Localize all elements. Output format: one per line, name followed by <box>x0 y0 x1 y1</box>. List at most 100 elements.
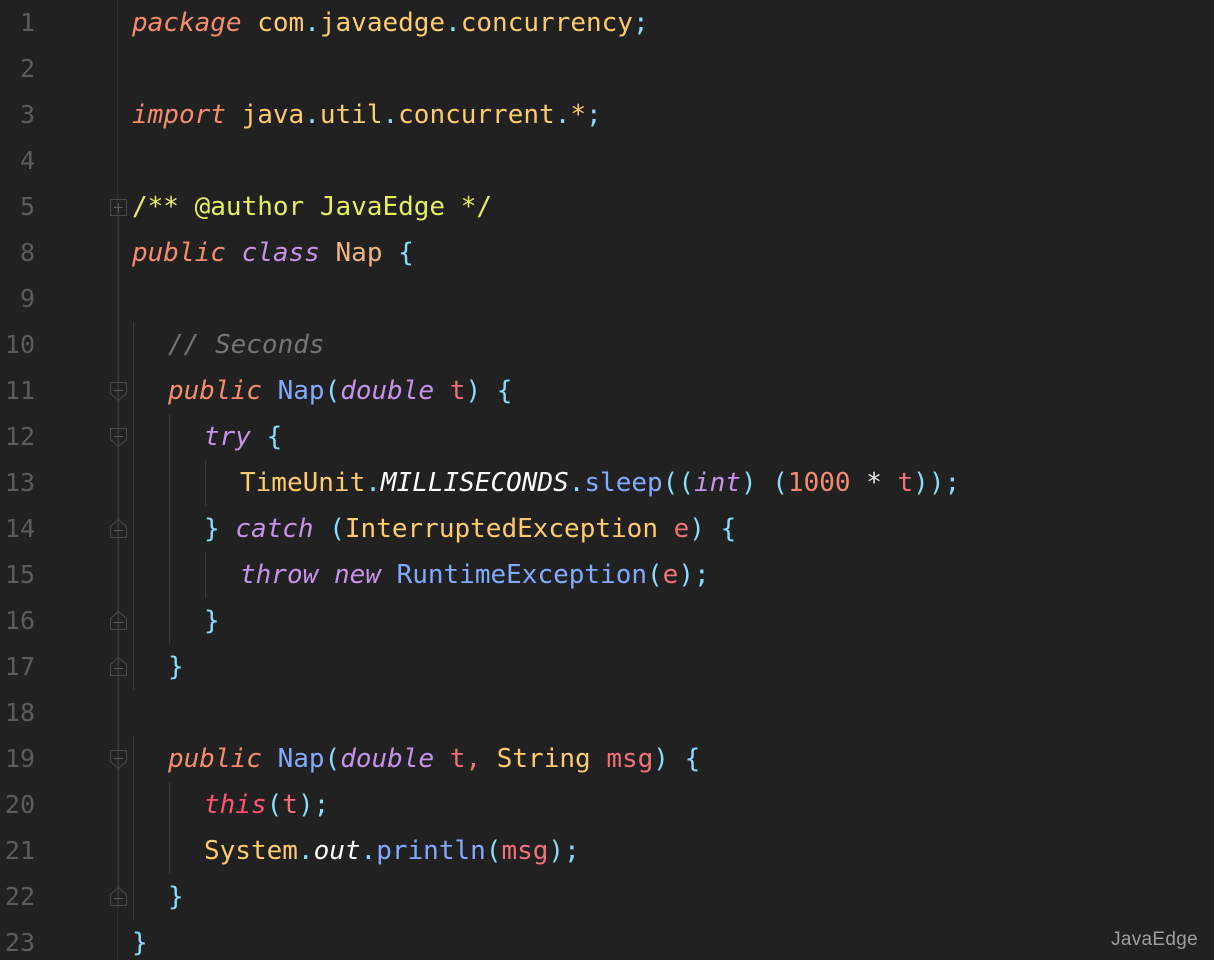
code-line[interactable]: import java.util.concurrent.*; <box>119 92 1214 138</box>
code-line[interactable]: } catch (InterruptedException e) { <box>119 506 1214 552</box>
code-token: * <box>866 468 882 498</box>
code-line[interactable]: public Nap(double t) { <box>119 368 1214 414</box>
code-token: ; <box>586 100 602 130</box>
code-line-text: } <box>119 606 220 636</box>
code-token: ) <box>465 376 482 406</box>
code-token: t <box>897 468 914 498</box>
line-number: 12 <box>4 422 35 451</box>
line-number: 10 <box>4 330 35 359</box>
code-token: } <box>204 514 220 544</box>
code-token: double <box>340 376 435 406</box>
code-line[interactable] <box>119 46 1214 92</box>
code-token: javaedge <box>319 8 446 38</box>
code-token: ) <box>678 560 694 590</box>
code-token: { <box>720 514 737 544</box>
code-token: public <box>132 238 226 268</box>
code-token: } <box>132 928 148 958</box>
code-token: out <box>313 836 361 866</box>
line-number: 13 <box>4 468 35 497</box>
code-line[interactable]: this(t); <box>119 782 1214 828</box>
code-token: try <box>204 422 251 452</box>
code-token: t <box>449 376 466 406</box>
code-token: ) <box>548 836 565 866</box>
code-token: new <box>333 560 381 590</box>
code-editor[interactable]: 1 2 3 4 5 8 9 10 11 12 13 14 15 16 17 18 19 20 21 22 23 pack… <box>0 0 1214 960</box>
code-token: ; <box>564 836 580 866</box>
code-token: sleep <box>584 468 663 498</box>
line-number: 4 <box>19 146 35 175</box>
code-line[interactable]: } <box>119 920 1214 960</box>
line-number: 2 <box>19 54 35 83</box>
line-number: 17 <box>4 652 35 681</box>
code-token: ) <box>653 744 669 774</box>
code-line[interactable]: } <box>119 874 1214 920</box>
code-line[interactable]: public class Nap { <box>119 230 1214 276</box>
line-number: 1 <box>19 8 35 37</box>
line-number: 9 <box>19 284 35 313</box>
code-token: public <box>168 376 262 406</box>
code-line[interactable]: TimeUnit.MILLISECONDS.sleep((int) (1000 … <box>119 460 1214 506</box>
code-token: throw <box>240 560 319 590</box>
line-number: 8 <box>19 238 35 267</box>
code-token: { <box>496 376 513 406</box>
code-token: . <box>304 8 320 38</box>
code-token: . <box>304 100 320 130</box>
code-token: concurrency <box>460 8 633 38</box>
code-line[interactable]: } <box>119 644 1214 690</box>
code-line[interactable]: package com.javaedge.concurrency; <box>119 0 1214 46</box>
code-token: public <box>168 744 262 774</box>
line-number: 22 <box>4 882 35 911</box>
code-token: t <box>282 790 298 820</box>
code-token: . <box>297 836 314 866</box>
code-line[interactable] <box>119 690 1214 736</box>
code-token: )) <box>913 468 945 498</box>
code-line-text: import java.util.concurrent.*; <box>119 100 602 130</box>
code-token: ; <box>693 560 710 590</box>
code-line[interactable]: /** @author JavaEdge */ <box>119 184 1214 230</box>
code-line[interactable] <box>119 276 1214 322</box>
code-line-text: public Nap(double t, String msg) { <box>119 744 700 774</box>
line-number: 15 <box>4 560 35 589</box>
code-line[interactable]: throw new RuntimeException(e); <box>119 552 1214 598</box>
code-line-text: } <box>119 928 148 958</box>
code-token: ( <box>329 514 345 544</box>
code-line-text: public Nap(double t) { <box>119 376 512 406</box>
code-line[interactable] <box>119 138 1214 184</box>
code-line[interactable]: // Seconds <box>119 322 1214 368</box>
code-token: . <box>445 8 461 38</box>
code-line[interactable]: System.out.println(msg); <box>119 828 1214 874</box>
code-token: this <box>204 790 267 820</box>
line-number: 21 <box>4 836 35 865</box>
code-line-text: throw new RuntimeException(e); <box>119 560 710 590</box>
code-token: e <box>662 560 679 590</box>
code-line[interactable]: } <box>119 598 1214 644</box>
code-line[interactable]: try { <box>119 414 1214 460</box>
line-number: 5 <box>19 192 35 221</box>
code-token: Nap <box>335 238 383 268</box>
code-token: int <box>693 468 741 498</box>
line-number: 20 <box>4 790 35 819</box>
code-content-area[interactable]: package com.javaedge.concurrency; import … <box>119 0 1214 960</box>
code-token: . <box>382 100 399 130</box>
line-number: 3 <box>19 100 35 129</box>
code-token: TimeUnit <box>240 468 366 498</box>
line-number: 14 <box>4 514 35 543</box>
code-token: { <box>266 422 283 452</box>
code-line[interactable]: public Nap(double t, String msg) { <box>119 736 1214 782</box>
code-token: ( <box>772 468 788 498</box>
code-token: import <box>132 100 226 130</box>
